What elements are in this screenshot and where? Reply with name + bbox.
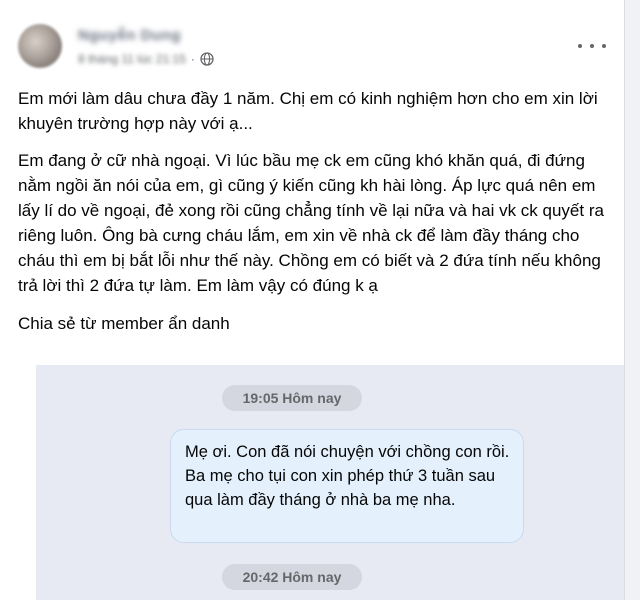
avatar[interactable] [18,24,62,68]
meta-separator: · [190,52,195,66]
author-name[interactable]: Nguyễn Dung [78,27,181,44]
more-options-icon[interactable] [578,38,606,54]
message-bubble: Mẹ ơi. Con đã nói chuyện với chồng con r… [170,429,524,543]
timestamp-pill: 19:05 Hôm nay [222,385,362,411]
globe-icon [200,52,214,66]
post-paragraph: Em mới làm dâu chưa đầy 1 năm. Chị em có… [18,89,598,133]
post-card: Nguyễn Dung 8 tháng 11 lúc 21:15 · Em mớ… [0,0,625,600]
post-date[interactable]: 8 tháng 11 lúc 21:15 [78,52,186,66]
post-body: Em mới làm dâu chưa đầy 1 năm. Chị em có… [18,86,618,349]
message-text: Mẹ ơi. Con đã nói chuyện với chồng con r… [185,443,510,509]
post-paragraph: Chia sẻ từ member ẩn danh [18,314,230,333]
post-meta: 8 tháng 11 lúc 21:15 · [78,50,214,68]
attached-chat-image[interactable]: 19:05 Hôm nay Mẹ ơi. Con đã nói chuyện v… [36,365,624,600]
post-paragraph: Em đang ở cữ nhà ngoại. Vì lúc bầu mẹ ck… [18,151,604,295]
timestamp-pill: 20:42 Hôm nay [222,564,362,590]
post-header: Nguyễn Dung 8 tháng 11 lúc 21:15 · [18,24,618,80]
